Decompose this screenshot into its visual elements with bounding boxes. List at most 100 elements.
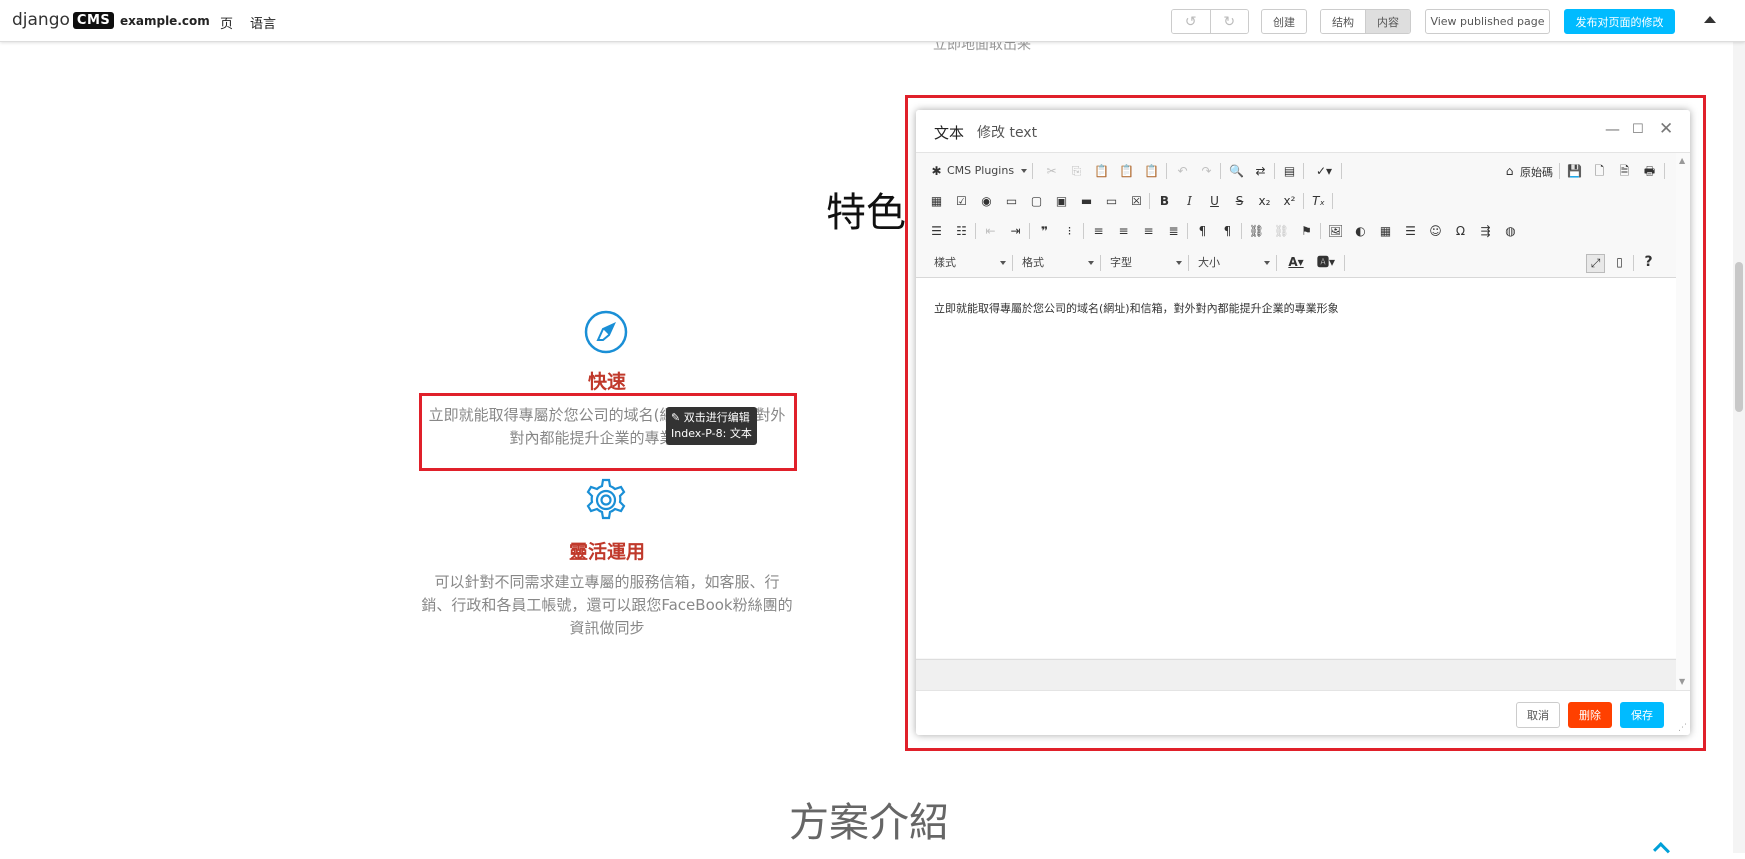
- flash-icon[interactable]: ◐: [1352, 223, 1369, 240]
- subscript-icon[interactable]: x₂: [1256, 193, 1273, 210]
- background-color-icon[interactable]: 🅰▾: [1313, 254, 1339, 271]
- modal-breadcrumb[interactable]: 修改 text: [977, 122, 1037, 142]
- editor-scrollbar[interactable]: ▲ ▼: [1676, 153, 1690, 690]
- site-menu[interactable]: example.com: [120, 14, 210, 28]
- replace-icon[interactable]: ⇄: [1252, 163, 1269, 180]
- form-icon[interactable]: ▦: [928, 193, 945, 210]
- ltr-icon[interactable]: ¶: [1194, 223, 1211, 240]
- align-justify-icon[interactable]: ≣: [1165, 223, 1182, 240]
- view-published-button[interactable]: View published page: [1425, 9, 1550, 34]
- create-button[interactable]: 创建: [1261, 9, 1307, 34]
- gear-icon: [586, 478, 626, 520]
- underline-icon[interactable]: U: [1206, 193, 1223, 210]
- maximize-editor-icon[interactable]: ⤢: [1586, 254, 1605, 273]
- maximize-icon[interactable]: ☐: [1632, 122, 1644, 137]
- font-dropdown[interactable]: 字型: [1110, 253, 1182, 273]
- hidden-field-icon[interactable]: ☒: [1128, 193, 1145, 210]
- styles-dropdown[interactable]: 樣式: [934, 253, 1006, 273]
- strikethrough-icon[interactable]: S: [1231, 193, 1248, 210]
- cut-icon[interactable]: ✂: [1043, 163, 1060, 180]
- textfield-icon[interactable]: ▭: [1003, 193, 1020, 210]
- scroll-top-icon[interactable]: [1653, 842, 1670, 859]
- undo-icon[interactable]: ↺: [1172, 10, 1211, 33]
- structure-mode-button[interactable]: 结构: [1321, 10, 1366, 33]
- rtl-icon[interactable]: ¶: [1219, 223, 1236, 240]
- remove-format-icon[interactable]: Tₓ: [1310, 193, 1327, 210]
- paste-word-icon[interactable]: 📋: [1143, 163, 1160, 180]
- find-icon[interactable]: 🔍: [1228, 163, 1245, 180]
- minimize-icon[interactable]: —: [1605, 122, 1620, 137]
- collapse-toolbar-icon[interactable]: [1704, 16, 1716, 23]
- resize-handle-icon[interactable]: ⋰: [1678, 723, 1687, 733]
- cms-plugins-icon[interactable]: ✱: [928, 163, 945, 180]
- delete-button[interactable]: 删除: [1568, 702, 1612, 728]
- image-button-icon[interactable]: ▭: [1103, 193, 1120, 210]
- page-scrollbar-thumb[interactable]: [1735, 262, 1743, 412]
- anchor-icon[interactable]: ⚑: [1298, 223, 1315, 240]
- scroll-up-icon[interactable]: ▲: [1679, 156, 1685, 165]
- align-center-icon[interactable]: ≡: [1115, 223, 1132, 240]
- save-button[interactable]: 保存: [1620, 702, 1664, 728]
- unlink-icon[interactable]: ⛓: [1273, 223, 1290, 240]
- link-icon[interactable]: ⛓: [1248, 223, 1265, 240]
- align-left-icon[interactable]: ≡: [1090, 223, 1107, 240]
- content-mode-button[interactable]: 内容: [1366, 10, 1410, 33]
- checkbox-icon[interactable]: ☑: [953, 193, 970, 210]
- bullet-list-icon[interactable]: ☷: [953, 223, 970, 240]
- django-cms-logo[interactable]: django CMS: [12, 10, 115, 30]
- format-dropdown[interactable]: 格式: [1022, 253, 1094, 273]
- cms-plugins-dropdown[interactable]: CMS Plugins: [947, 161, 1027, 181]
- source-button[interactable]: 原始碼: [1520, 164, 1553, 180]
- redo-editor-icon[interactable]: ↷: [1198, 163, 1215, 180]
- button-field-icon[interactable]: ▬: [1078, 193, 1095, 210]
- cancel-button[interactable]: 取消: [1516, 702, 1560, 728]
- redo-icon[interactable]: ↻: [1210, 10, 1248, 33]
- textarea-icon[interactable]: ▢: [1028, 193, 1045, 210]
- close-icon[interactable]: ✕: [1659, 121, 1673, 138]
- page-scrollbar[interactable]: [1733, 41, 1745, 853]
- select-all-icon[interactable]: ▤: [1281, 163, 1298, 180]
- print-icon[interactable]: 🖶: [1641, 163, 1658, 180]
- indent-icon[interactable]: ⇥: [1007, 223, 1024, 240]
- format-label: 格式: [1022, 256, 1044, 269]
- superscript-icon[interactable]: x²: [1281, 193, 1298, 210]
- new-page-icon[interactable]: 🗋: [1591, 163, 1608, 180]
- table-icon[interactable]: ▦: [1377, 223, 1394, 240]
- page-menu[interactable]: 页: [220, 13, 233, 32]
- blockquote-icon[interactable]: ❞: [1036, 223, 1053, 240]
- bold-icon[interactable]: B: [1156, 193, 1173, 210]
- copy-icon[interactable]: ⎘: [1068, 163, 1085, 180]
- image-icon[interactable]: 🖼: [1327, 223, 1344, 240]
- paste-icon[interactable]: 📋: [1093, 163, 1110, 180]
- numbered-list-icon[interactable]: ☰: [928, 223, 945, 240]
- save-doc-icon[interactable]: 💾: [1566, 163, 1583, 180]
- editor-text[interactable]: 立即就能取得專屬於您公司的域名(網址)和信箱，對外對內都能提升企業的專業形象: [934, 300, 1339, 316]
- publish-button[interactable]: 发布对页面的修改: [1564, 9, 1675, 34]
- show-blocks-icon[interactable]: ▯: [1611, 254, 1628, 271]
- source-icon[interactable]: ⌂: [1501, 163, 1518, 180]
- select-field-icon[interactable]: ▣: [1053, 193, 1070, 210]
- spellcheck-icon[interactable]: ✓▾: [1311, 163, 1337, 180]
- div-container-icon[interactable]: ⁝: [1061, 223, 1078, 240]
- paste-text-icon[interactable]: 📋: [1118, 163, 1135, 180]
- preview-icon[interactable]: 🗎: [1616, 163, 1633, 180]
- smiley-icon[interactable]: ☺: [1427, 223, 1444, 240]
- scroll-down-icon[interactable]: ▼: [1679, 677, 1685, 686]
- italic-icon[interactable]: I: [1181, 193, 1198, 210]
- size-dropdown[interactable]: 大小: [1198, 253, 1270, 273]
- modal-header[interactable]: 文本 修改 text — ☐ ✕: [916, 110, 1690, 153]
- undo-editor-icon[interactable]: ↶: [1174, 163, 1191, 180]
- editor-content-area[interactable]: 立即就能取得專屬於您公司的域名(網址)和信箱，對外對內都能提升企業的專業形象: [916, 278, 1676, 658]
- special-char-icon[interactable]: Ω: [1452, 223, 1469, 240]
- horizontal-line-icon[interactable]: ☰: [1402, 223, 1419, 240]
- language-menu[interactable]: 语言: [250, 13, 276, 32]
- text-color-icon[interactable]: A▾: [1283, 254, 1309, 271]
- align-right-icon[interactable]: ≡: [1140, 223, 1157, 240]
- help-icon[interactable]: ?: [1640, 254, 1657, 271]
- feature-text-flexible[interactable]: 可以針對不同需求建立專屬的服務信箱，如客服、行 銷、行政和各員工帳號，還可以跟您…: [415, 571, 799, 640]
- outdent-icon[interactable]: ⇤: [982, 223, 999, 240]
- radio-icon[interactable]: ◉: [978, 193, 995, 210]
- feature-text-flexible-line1: 可以針對不同需求建立專屬的服務信箱，如客服、行: [434, 573, 780, 591]
- iframe-icon[interactable]: ◍: [1502, 223, 1519, 240]
- page-break-icon[interactable]: ⇶: [1477, 223, 1494, 240]
